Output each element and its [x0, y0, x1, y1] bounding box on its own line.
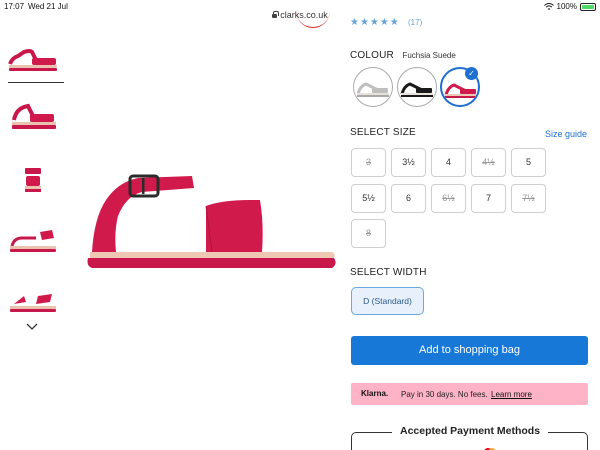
- review-count-link[interactable]: (17): [408, 18, 422, 27]
- colour-swatch-grey[interactable]: [353, 67, 393, 107]
- size-option-4-5[interactable]: 4½: [471, 148, 506, 177]
- payment-methods-title: Accepted Payment Methods: [392, 425, 549, 437]
- klarna-logo: Klarna.: [361, 389, 389, 398]
- size-option-7[interactable]: 7: [471, 184, 506, 213]
- thumbnail-top-view[interactable]: [6, 224, 60, 260]
- colour-swatch-black[interactable]: [397, 67, 437, 107]
- klarna-message: Pay in 30 days. No fees.: [401, 390, 488, 399]
- thumbnail-pair-view[interactable]: [6, 286, 60, 322]
- size-option-5-5[interactable]: 5½: [351, 184, 386, 213]
- selected-check-icon: ✓: [465, 67, 478, 80]
- chevron-down-icon[interactable]: [26, 320, 38, 332]
- lock-icon: [272, 11, 279, 18]
- size-label: SELECT SIZE: [350, 127, 416, 138]
- product-page: 17:07 Wed 21 Jul clarks.co.uk 100% ★★★★★…: [0, 0, 600, 450]
- colour-value: Fuchsia Suede: [402, 51, 456, 60]
- size-option-8[interactable]: 8: [351, 219, 386, 248]
- size-option-3[interactable]: 3: [351, 148, 386, 177]
- thumbnail-back-view[interactable]: [6, 162, 60, 198]
- status-icons: 100%: [543, 2, 596, 11]
- wifi-icon: [543, 3, 554, 10]
- size-option-4[interactable]: 4: [431, 148, 466, 177]
- battery-icon: [580, 2, 596, 11]
- product-main-image: [87, 174, 336, 268]
- size-option-5[interactable]: 5: [511, 148, 546, 177]
- size-option-6[interactable]: 6: [391, 184, 426, 213]
- klarna-learn-more-link[interactable]: Learn more: [491, 390, 532, 399]
- brand-logo-edge: [296, 10, 330, 28]
- size-option-7-5[interactable]: 7½: [511, 184, 546, 213]
- width-label: SELECT WIDTH: [350, 267, 427, 278]
- battery-percent: 100%: [556, 2, 577, 11]
- width-option-standard[interactable]: D (Standard): [351, 287, 424, 315]
- thumbnail-angle-view[interactable]: [6, 100, 60, 136]
- mastercard-icon: [484, 448, 496, 450]
- colour-label: COLOUR: [350, 50, 394, 61]
- size-option-6-5[interactable]: 6½: [431, 184, 466, 213]
- size-option-3-5[interactable]: 3½: [391, 148, 426, 177]
- size-guide-link[interactable]: Size guide: [545, 129, 587, 139]
- add-to-bag-button[interactable]: Add to shopping bag: [351, 336, 588, 365]
- colour-heading: COLOUR Fuchsia Suede: [350, 45, 456, 63]
- klarna-banner: Klarna. Pay in 30 days. No fees. Learn m…: [351, 383, 588, 405]
- thumbnail-side-view[interactable]: [6, 42, 64, 83]
- rating-stars: ★★★★★: [350, 17, 400, 28]
